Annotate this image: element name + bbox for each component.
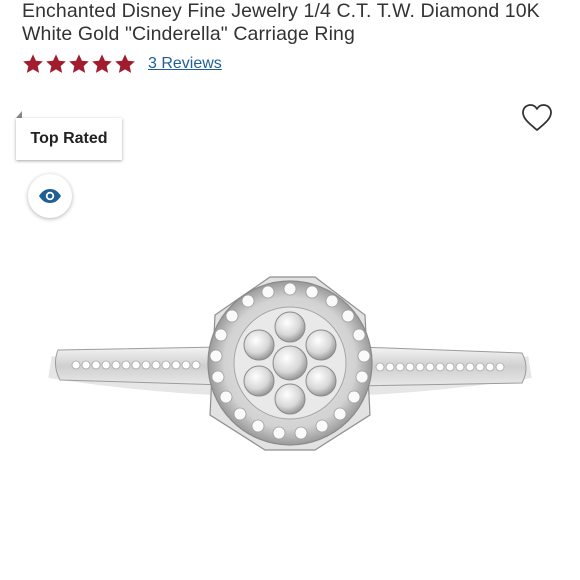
reviews-link[interactable]: 3 Reviews (148, 55, 222, 73)
quick-view-button[interactable] (28, 174, 72, 218)
badge-fold (16, 111, 22, 118)
heart-icon[interactable] (521, 103, 553, 133)
rating-row: 3 Reviews (22, 52, 222, 76)
top-rated-badge: Top Rated (16, 118, 122, 160)
star-icon (69, 54, 89, 73)
star-rating (22, 53, 136, 75)
product-title: Enchanted Disney Fine Jewelry 1/4 C.T. T… (22, 0, 540, 45)
star-icon (92, 54, 112, 73)
star-icon (46, 54, 66, 73)
product-image (48, 276, 532, 451)
star-icon (115, 54, 135, 73)
star-icon (23, 54, 43, 73)
eye-icon (39, 189, 61, 203)
